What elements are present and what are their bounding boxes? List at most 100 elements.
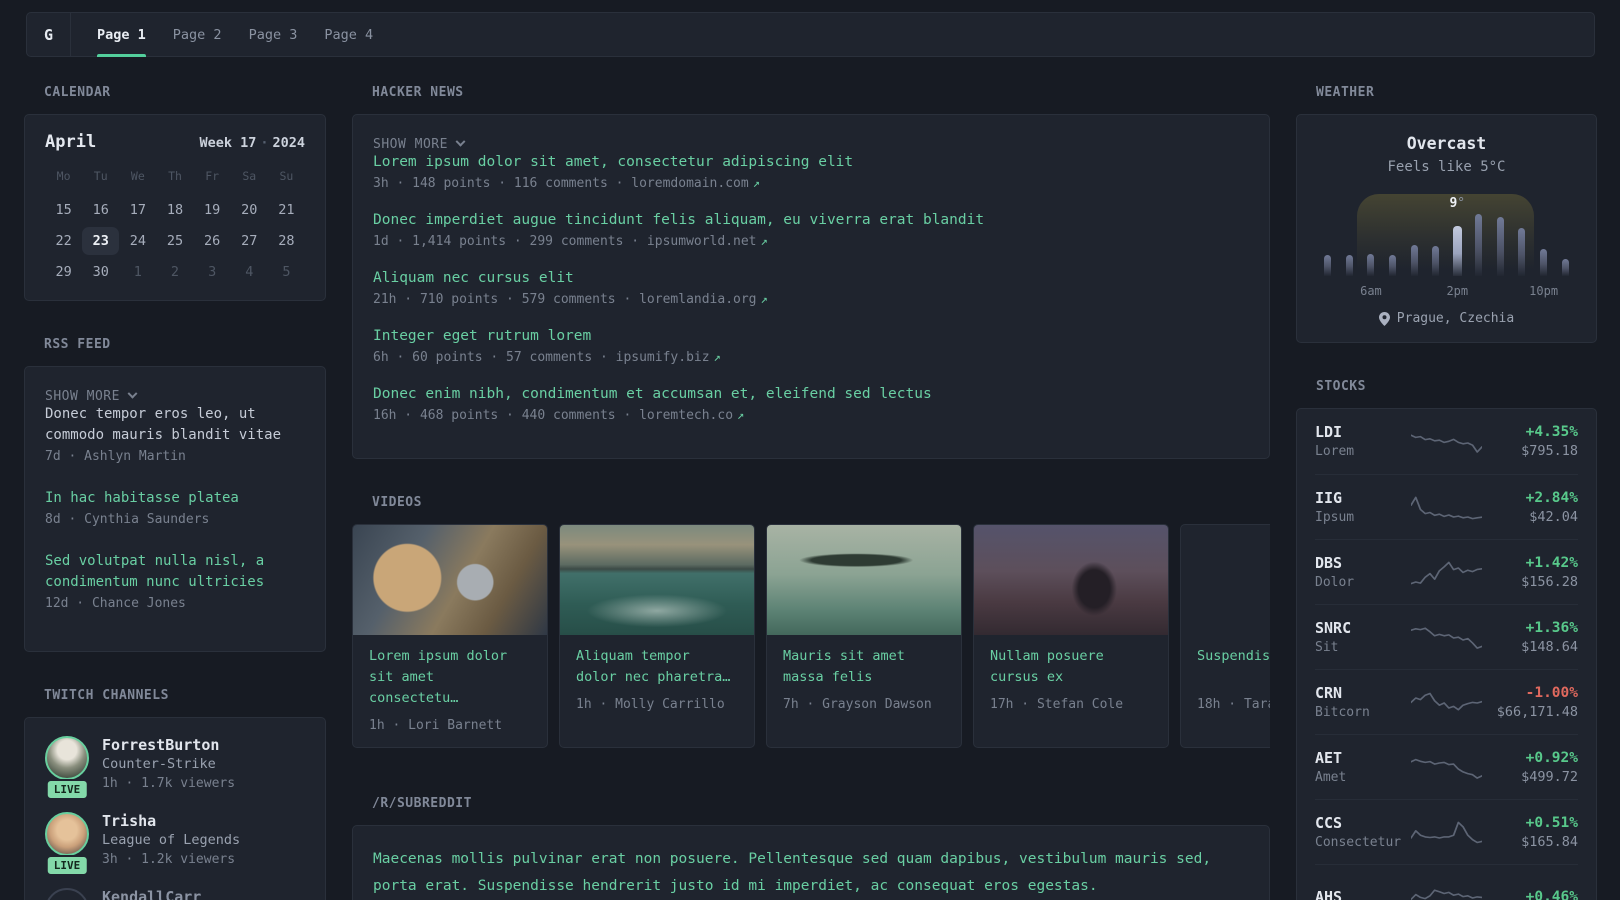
stock-price: $795.18 — [1521, 443, 1578, 459]
stock-ticker: LDI — [1315, 423, 1343, 441]
video-thumbnail[interactable] — [767, 525, 961, 635]
hackernews-card: SHOW MORE Lorem ipsum dolor sit amet, co… — [352, 114, 1270, 459]
channel-name[interactable]: Trisha — [102, 812, 240, 830]
channel-avatar[interactable] — [45, 812, 89, 856]
calendar-day: 21 — [278, 202, 295, 218]
channel-avatar[interactable] — [45, 736, 89, 780]
weekday-label: Mo — [56, 169, 71, 183]
stock-sparkline — [1411, 821, 1482, 844]
hackernews-item: Integer eget rutrum lorem 6h · 60 points… — [373, 326, 1249, 368]
rss-show-more-button[interactable]: SHOW MORE — [45, 388, 138, 404]
weekday-label: Th — [168, 169, 182, 183]
stock-change: +0.92% — [1525, 749, 1578, 766]
hackernews-item-title[interactable]: Donec enim nibh, condimentum et accumsan… — [373, 384, 1249, 405]
calendar-day: 2 — [170, 264, 180, 280]
stock-row[interactable]: AET Amet +0.92% $499.72 — [1315, 734, 1578, 799]
external-link-icon[interactable]: ↗ — [753, 176, 760, 190]
page-tab[interactable]: Page 1 — [97, 13, 146, 57]
channel-name[interactable]: KendallCarr — [102, 888, 201, 900]
stock-ticker: AHS — [1315, 888, 1343, 900]
stocks-card: LDI Lorem +4.35% $795.18 IIG Ipsum +2.84… — [1296, 408, 1597, 900]
rss-item-title[interactable]: In hac habitasse platea — [45, 488, 305, 509]
top-nav: G Page 1 Page 2 Page 3 Page 4 — [26, 12, 1595, 57]
rss-item-title[interactable]: Sed volutpat nulla nisl, a condimentum n… — [45, 551, 305, 593]
channel-avatar[interactable] — [45, 888, 89, 900]
twitch-channel-row[interactable]: LIVE ForrestBurton Counter-Strike 1h · 1… — [45, 736, 305, 800]
weather-bar — [1518, 228, 1526, 276]
stock-row[interactable]: LDI Lorem +4.35% $795.18 — [1315, 409, 1578, 474]
video-thumbnail[interactable] — [560, 525, 754, 635]
video-thumbnail[interactable] — [1181, 525, 1270, 635]
video-title[interactable]: Aliquam tempor dolor nec pharetra… — [576, 646, 738, 688]
external-link-icon[interactable]: ↗ — [761, 292, 768, 306]
weather-bar — [1432, 246, 1440, 276]
video-meta: 17h · Stefan Cole — [990, 697, 1124, 712]
hackernews-item-title[interactable]: Donec imperdiet augue tincidunt felis al… — [373, 210, 1249, 231]
video-meta: 1h · Lori Barnett — [369, 718, 503, 733]
hackernews-item: Aliquam nec cursus elit 21h · 710 points… — [373, 268, 1249, 310]
calendar-card: April Week 17 · 2024 Mo Tu We Th Fr Sa Su 15 16 17… — [24, 114, 326, 301]
video-thumbnail[interactable] — [353, 525, 547, 635]
stock-name: Bitcorn — [1315, 704, 1370, 720]
twitch-card: LIVE ForrestBurton Counter-Strike 1h · 1… — [24, 717, 326, 900]
calendar-day: 23 — [82, 227, 120, 255]
middle-column: HACKER NEWS SHOW MORE Lorem ipsum dolor … — [352, 85, 1270, 900]
video-title[interactable]: Suspendisse diam — [1197, 646, 1270, 688]
page-tab[interactable]: Page 3 — [249, 13, 298, 56]
hackernews-item-meta: 3h · 148 points · 116 comments · loremdo… — [373, 176, 760, 191]
weather-hour-label: 10pm — [1529, 284, 1559, 298]
video-meta: 7h · Grayson Dawson — [783, 697, 932, 712]
weather-bars — [1317, 194, 1576, 276]
twitch-section-label: TWITCH CHANNELS — [44, 688, 169, 703]
calendar-month: April — [45, 132, 97, 152]
rss-item: In hac habitasse platea 8d · Cynthia Sau… — [45, 488, 305, 530]
page-tab[interactable]: Page 4 — [324, 13, 373, 56]
calendar-day: 4 — [245, 264, 254, 280]
stock-row[interactable]: CRN Bitcorn -1.00% $66,171.48 — [1315, 669, 1578, 734]
stock-row[interactable]: AHS +0.46% — [1315, 864, 1578, 900]
page-tab[interactable]: Page 2 — [173, 13, 222, 56]
stock-name: Consectetur — [1315, 834, 1402, 850]
subreddit-post-title[interactable]: Maecenas mollis pulvinar erat non posuer… — [373, 846, 1249, 900]
live-badge: LIVE — [45, 779, 89, 800]
hackernews-item-title[interactable]: Lorem ipsum dolor sit amet, consectetur … — [373, 152, 1249, 173]
weekday-label: Tu — [93, 169, 108, 183]
location-pin-icon — [1378, 311, 1390, 326]
rss-item-title[interactable]: Donec tempor eros leo, ut commodo mauris… — [45, 404, 305, 446]
weather-widget: WEATHER Overcast Feels like 5°C 9° 6am 2p… — [1296, 85, 1597, 343]
external-link-icon[interactable]: ↗ — [714, 350, 721, 364]
stock-change: +1.36% — [1525, 619, 1578, 636]
stock-price: $148.64 — [1521, 638, 1578, 655]
stocks-widget: STOCKS LDI Lorem +4.35% $795.18 IIG Ipsu… — [1296, 379, 1597, 900]
stock-change: +0.51% — [1525, 814, 1578, 831]
calendar-day: 22 — [55, 233, 72, 249]
calendar-day: 1 — [133, 264, 142, 280]
app-logo[interactable]: G — [27, 13, 71, 56]
stock-row[interactable]: DBS Dolor +1.42% $156.28 — [1315, 539, 1578, 604]
video-thumbnail[interactable] — [974, 525, 1168, 635]
twitch-channel-row[interactable]: KendallCarr — [45, 888, 305, 900]
external-link-icon[interactable]: ↗ — [737, 408, 744, 422]
external-link-icon[interactable]: ↗ — [761, 234, 768, 248]
hackernews-item-title[interactable]: Aliquam nec cursus elit — [373, 268, 1249, 289]
weekday-label: Sa — [242, 169, 257, 183]
video-title[interactable]: Nullam posuere cursus ex — [990, 646, 1152, 688]
hackernews-item-meta: 16h · 468 points · 440 comments · loremt… — [373, 408, 745, 423]
stock-change: +0.46% — [1525, 889, 1578, 900]
video-title[interactable]: Mauris sit amet massa felis — [783, 646, 945, 688]
hackernews-show-more-button[interactable]: SHOW MORE — [373, 136, 466, 152]
channel-name[interactable]: ForrestBurton — [102, 736, 235, 754]
video-title[interactable]: Lorem ipsum dolor sit amet consectetu… — [369, 646, 531, 709]
stock-row[interactable]: IIG Ipsum +2.84% $42.04 — [1315, 474, 1578, 539]
stock-row[interactable]: CCS Consectetur +0.51% $165.84 — [1315, 799, 1578, 864]
calendar-week-year: Week 17 · 2024 — [199, 135, 305, 151]
rss-widget: RSS FEED SHOW MORE Donec tempor eros leo… — [24, 337, 326, 652]
stock-price: $66,171.48 — [1496, 703, 1578, 720]
rss-item-meta: 8d · Cynthia Saunders — [45, 512, 210, 527]
calendar-day-grid: 15 16 17 18 19 20 21 22 23 24 25 26 27 28 29 30 1 2 3 4 5 — [45, 196, 305, 286]
hackernews-item-title[interactable]: Integer eget rutrum lorem — [373, 326, 1249, 347]
twitch-channel-row[interactable]: LIVE Trisha League of Legends 3h · 1.2k … — [45, 812, 305, 876]
stock-row[interactable]: SNRC Sit +1.36% $148.64 — [1315, 604, 1578, 669]
live-badge: LIVE — [45, 855, 89, 876]
stock-price: $42.04 — [1529, 508, 1578, 525]
